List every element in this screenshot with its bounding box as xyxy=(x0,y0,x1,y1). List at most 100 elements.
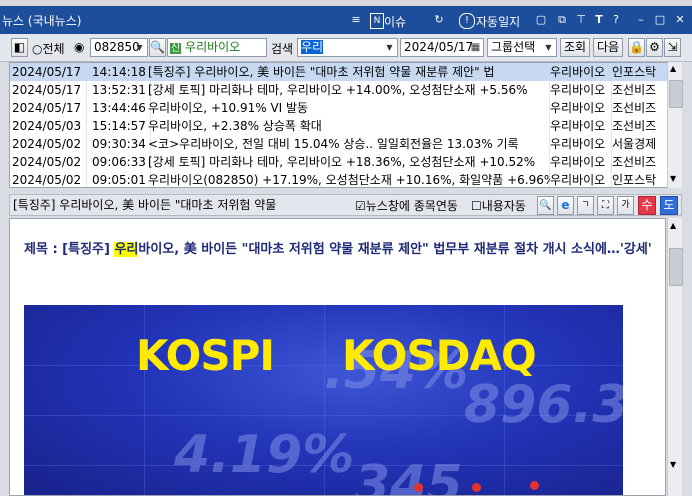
close-icon[interactable]: ✕ xyxy=(673,13,687,27)
red-dot xyxy=(530,481,539,490)
radio-all[interactable]: ○전체 xyxy=(32,40,65,57)
chevron-down-icon[interactable]: ▼ xyxy=(383,40,396,55)
scroll-up-icon[interactable]: ▲ xyxy=(670,221,676,230)
news-list: 2024/05/17 14:14:18 [특징주] 우리바이오, 美 바이든 "… xyxy=(9,62,682,188)
scroll-up-icon[interactable]: ▲ xyxy=(670,64,676,73)
news-title: [특징주] 우리바이오, 美 바이든 "대마초 저위험 약물 재분류 제안" 법 xyxy=(148,65,495,79)
auto-content-checkbox[interactable]: ☐내용자동 xyxy=(471,197,526,214)
article-title-rest: 바이오, 美 바이든 "대마초 저위험 약물 재분류 제안" 법무부 재분류 절… xyxy=(138,242,652,257)
article-title-prefix: 제목 : [특징주] xyxy=(24,242,115,257)
search-highlight: 우리 xyxy=(114,242,139,257)
table-row[interactable]: 2024/05/03 15:14:57 우리바이오, +2.38% 상승폭 확대… xyxy=(10,117,667,135)
article-headline: [특징주] 우리바이오, 美 바이든 "대마초 저위험 약물 xyxy=(13,198,277,212)
browser-icon[interactable]: e xyxy=(557,196,574,215)
pin-icon[interactable]: ⊤ xyxy=(574,13,588,27)
number-button[interactable]: 수 xyxy=(638,196,656,215)
news-date: 2024/05/02 xyxy=(12,137,82,151)
title-bar: 뉴스 (국내뉴스) ≡ N 이슈 ↻ ! 자동일지 ▢ ⧉ ⊤ T ? – □ … xyxy=(0,6,692,34)
issue-button[interactable]: 이슈 xyxy=(384,13,406,30)
table-row[interactable]: 2024/05/17 13:52:31 [강세 토픽] 마리화나 테마, 우리바… xyxy=(10,81,667,99)
stock-code-input[interactable]: 082850 ▼ xyxy=(90,38,148,57)
scroll-thumb[interactable] xyxy=(669,80,683,108)
chevron-down-icon[interactable]: ▼ xyxy=(542,40,555,55)
window-copy-icon[interactable]: ⧉ xyxy=(555,13,569,27)
article-title: 제목 : [특징주] 우리바이오, 美 바이든 "대마초 저위험 약물 재분류 … xyxy=(24,239,654,261)
article-header-bar: [특징주] 우리바이오, 美 바이든 "대마초 저위험 약물 ☑뉴스창에 종목연… xyxy=(9,194,682,216)
issue-badge-icon[interactable]: N xyxy=(370,13,384,29)
panel-toggle-icon[interactable]: ◧ xyxy=(11,38,28,57)
font-size-icon[interactable]: ㄱ xyxy=(577,196,594,215)
news-date: 2024/05/17 xyxy=(12,101,82,115)
minimize-icon[interactable]: – xyxy=(634,13,648,27)
search-label: 검색 xyxy=(271,42,294,56)
window-layout-icon[interactable]: ▢ xyxy=(534,13,548,27)
table-row[interactable]: 2024/05/17 13:44:46 우리바이오, +10.91% VI 발동… xyxy=(10,99,667,117)
news-source: 인포스탁 xyxy=(612,173,657,187)
news-time: 14:14:18 xyxy=(92,65,146,79)
link-checkbox-label: 뉴스창에 종목연동 xyxy=(365,199,458,213)
font-down-button[interactable]: 가 xyxy=(617,196,634,215)
fit-icon[interactable]: ⛶ xyxy=(597,196,614,215)
news-stock: 우리바이오 xyxy=(550,101,606,115)
news-date: 2024/05/02 xyxy=(12,173,82,187)
font-icon[interactable]: T xyxy=(592,13,606,27)
query-button[interactable]: 조회 xyxy=(560,38,590,57)
stock-name-value: 우리바이오 xyxy=(185,40,241,54)
date-input[interactable]: 2024/05/17 ▦ xyxy=(400,38,484,57)
news-source: 조선비즈 xyxy=(612,119,657,133)
news-title: 우리바이오(082850) +17.19%, 오성첨단소재 +10.16%, 화… xyxy=(148,173,550,187)
help-icon[interactable]: ? xyxy=(609,13,623,27)
lock-icon[interactable]: 🔒 xyxy=(628,38,645,57)
zoom-icon[interactable]: 🔍 xyxy=(537,196,554,215)
table-row[interactable]: 2024/05/17 14:14:18 [특징주] 우리바이오, 美 바이든 "… xyxy=(10,63,667,81)
news-source: 인포스탁 xyxy=(612,65,657,79)
news-time: 15:14:57 xyxy=(92,119,146,133)
table-row[interactable]: 2024/05/02 09:30:34 <코>우리바이오, 전일 대비 15.0… xyxy=(10,135,667,153)
news-time: 13:52:31 xyxy=(92,83,146,97)
next-button[interactable]: 다음 xyxy=(593,38,623,57)
radio-code-selected-icon[interactable]: ◉ xyxy=(74,40,84,54)
auto-log-button[interactable]: 자동일지 xyxy=(476,13,520,30)
table-row[interactable]: 2024/05/02 09:05:01 우리바이오(082850) +17.19… xyxy=(10,171,667,187)
background-number-graphic: 896.33 xyxy=(464,375,623,435)
refresh-icon[interactable]: ↻ xyxy=(432,13,446,27)
scroll-down-icon[interactable]: ▼ xyxy=(670,174,676,183)
table-row[interactable]: 2024/05/02 09:06:33 [강세 토픽] 마리화나 테마, 우리바… xyxy=(10,153,667,171)
news-time: 09:06:33 xyxy=(92,155,146,169)
red-dot xyxy=(472,483,481,492)
scroll-thumb[interactable] xyxy=(669,248,683,286)
news-source: 조선비즈 xyxy=(612,83,657,97)
news-stock: 우리바이오 xyxy=(550,65,606,79)
news-list-scrollbar[interactable]: ▲ ▼ xyxy=(667,62,683,188)
stock-name-field[interactable]: 신 우리바이오 xyxy=(167,38,267,57)
article-image: .54% 896.33 4.19% 345 KOSPI KOSDAQ xyxy=(24,305,623,496)
background-number-graphic: 4.19% xyxy=(174,425,355,485)
gear-icon[interactable]: ⚙ xyxy=(646,38,663,57)
search-input[interactable]: 우리 ▼ xyxy=(297,38,398,57)
info-icon[interactable]: ! xyxy=(459,13,475,29)
article-body: 제목 : [특징주] 우리바이오, 美 바이든 "대마초 저위험 약물 재분류 … xyxy=(9,218,666,496)
search-icon[interactable]: 🔍 xyxy=(149,38,166,57)
chevron-down-icon[interactable]: ▼ xyxy=(133,40,146,55)
extra-button[interactable]: 도 xyxy=(660,196,678,215)
group-select[interactable]: 그룹선택 ▼ xyxy=(487,38,557,57)
lines-icon[interactable]: ≡ xyxy=(349,13,363,27)
link-checkbox[interactable]: ☑뉴스창에 종목연동 xyxy=(355,197,458,214)
news-title: 우리바이오, +10.91% VI 발동 xyxy=(148,101,309,115)
search-toolbar: ◧ ○전체 ◉ 082850 ▼ 🔍 신 우리바이오 검색 우리 ▼ 2024/… xyxy=(0,34,692,62)
news-source: 조선비즈 xyxy=(612,101,657,115)
news-time: 13:44:46 xyxy=(92,101,146,115)
news-stock: 우리바이오 xyxy=(550,119,606,133)
calendar-icon[interactable]: ▦ xyxy=(469,40,482,55)
export-icon[interactable]: ⇲ xyxy=(664,38,681,57)
background-number-graphic: 345 xyxy=(354,455,463,496)
maximize-icon[interactable]: □ xyxy=(653,13,667,27)
kospi-text: KOSPI xyxy=(136,331,275,380)
scroll-down-icon[interactable]: ▼ xyxy=(670,460,676,469)
auto-content-label: 내용자동 xyxy=(481,199,526,213)
article-scrollbar[interactable]: ▲ ▼ xyxy=(667,218,683,496)
group-select-value: 그룹선택 xyxy=(491,40,536,54)
news-time: 09:05:01 xyxy=(92,173,146,187)
news-date: 2024/05/17 xyxy=(12,65,82,79)
news-date: 2024/05/17 xyxy=(12,83,82,97)
